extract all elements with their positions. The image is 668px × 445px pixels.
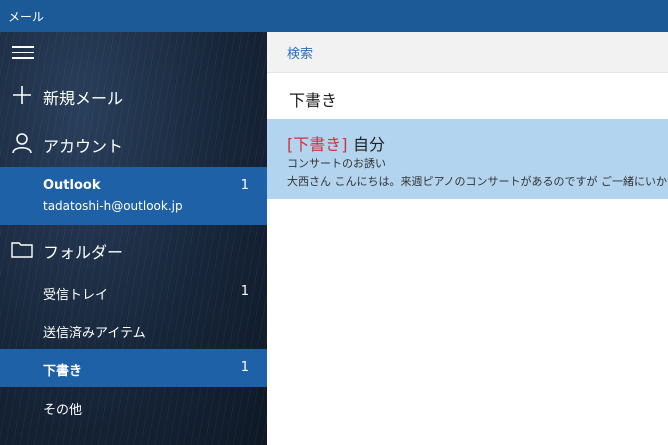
account-name: Outlook xyxy=(43,178,101,193)
account-email: tadatoshi-h@outlook.jp xyxy=(43,199,183,213)
folder-other[interactable]: その他 xyxy=(0,388,267,426)
folder-label: 受信トレイ xyxy=(43,288,109,303)
window-title: メール xyxy=(8,10,45,24)
folder-drafts[interactable]: 下書き 1 xyxy=(0,349,267,387)
account-unread-count: 1 xyxy=(240,178,249,193)
message-subject: コンサートのお誘い xyxy=(287,157,386,170)
plus-icon xyxy=(13,86,31,104)
account-outlook[interactable]: Outlook tadatoshi-h@outlook.jp 1 xyxy=(0,167,267,225)
folders-button[interactable]: フォルダー xyxy=(0,230,267,268)
search-bar: 検索 xyxy=(267,32,668,73)
message-preview: 大西さん こんにちは。来週ピアノのコンサートがあるのですが ご一緒にいかがですか xyxy=(287,175,668,188)
person-icon xyxy=(12,133,32,154)
folder-label: 送信済みアイテム xyxy=(43,326,146,341)
folder-inbox[interactable]: 受信トレイ 1 xyxy=(0,273,267,311)
draft-tag: [下書き] xyxy=(287,135,348,154)
new-mail-label: 新規メール xyxy=(43,89,124,108)
sidebar: 新規メール アカウント Outlook tadatoshi-h@outlook.… xyxy=(0,32,267,445)
folder-label: 下書き xyxy=(43,364,83,379)
message-list-pane: 検索 下書き [下書き] 自分 コンサートのお誘い 大西さん こんにちは。来週ピ… xyxy=(267,32,668,445)
message-item[interactable]: [下書き] 自分 コンサートのお誘い 大西さん こんにちは。来週ピアノのコンサー… xyxy=(267,119,668,199)
folder-label: その他 xyxy=(43,403,83,418)
folder-sent[interactable]: 送信済みアイテム xyxy=(0,311,267,349)
folder-count: 1 xyxy=(240,284,249,299)
folders-label: フォルダー xyxy=(43,243,124,262)
message-sender: 自分 xyxy=(353,135,386,154)
folder-count: 1 xyxy=(240,360,249,375)
new-mail-button[interactable]: 新規メール xyxy=(0,76,267,114)
title-bar: メール xyxy=(0,0,668,32)
folder-title: 下書き xyxy=(289,91,338,110)
hamburger-menu-icon[interactable] xyxy=(12,46,34,60)
accounts-button[interactable]: アカウント xyxy=(0,124,267,162)
folder-icon xyxy=(11,242,33,258)
accounts-label: アカウント xyxy=(43,137,124,156)
search-button[interactable]: 検索 xyxy=(287,43,313,62)
